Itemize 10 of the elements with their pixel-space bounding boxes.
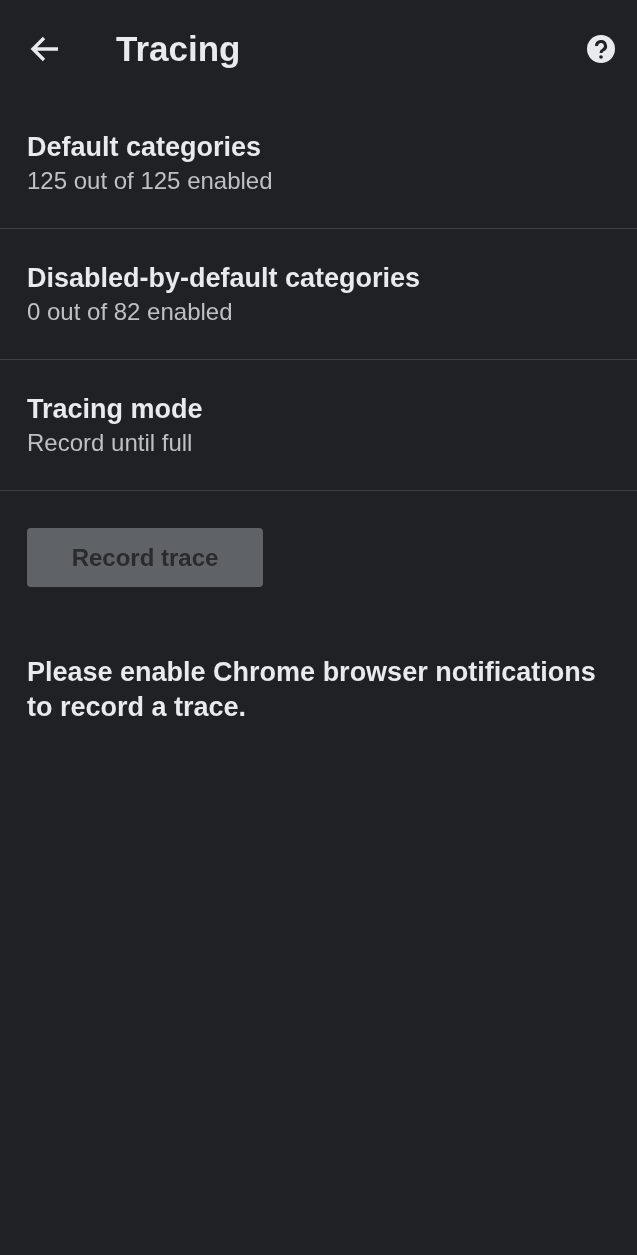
setting-title[interactable]: Default categories xyxy=(27,129,610,165)
help-icon[interactable] xyxy=(587,35,615,63)
screen-title: Tracing xyxy=(116,27,241,70)
setting-title[interactable]: Disabled-by-default categories xyxy=(27,260,610,296)
notification-message: Please enable Chrome browser notifications to record a trace. xyxy=(27,656,597,724)
setting-summary: 0 out of 82 enabled xyxy=(27,297,234,327)
setting-title[interactable]: Tracing mode xyxy=(27,391,610,427)
back-icon[interactable] xyxy=(30,35,60,63)
setting-summary: Record until full xyxy=(27,428,194,458)
setting-summary: 125 out of 125 enabled xyxy=(27,166,274,196)
